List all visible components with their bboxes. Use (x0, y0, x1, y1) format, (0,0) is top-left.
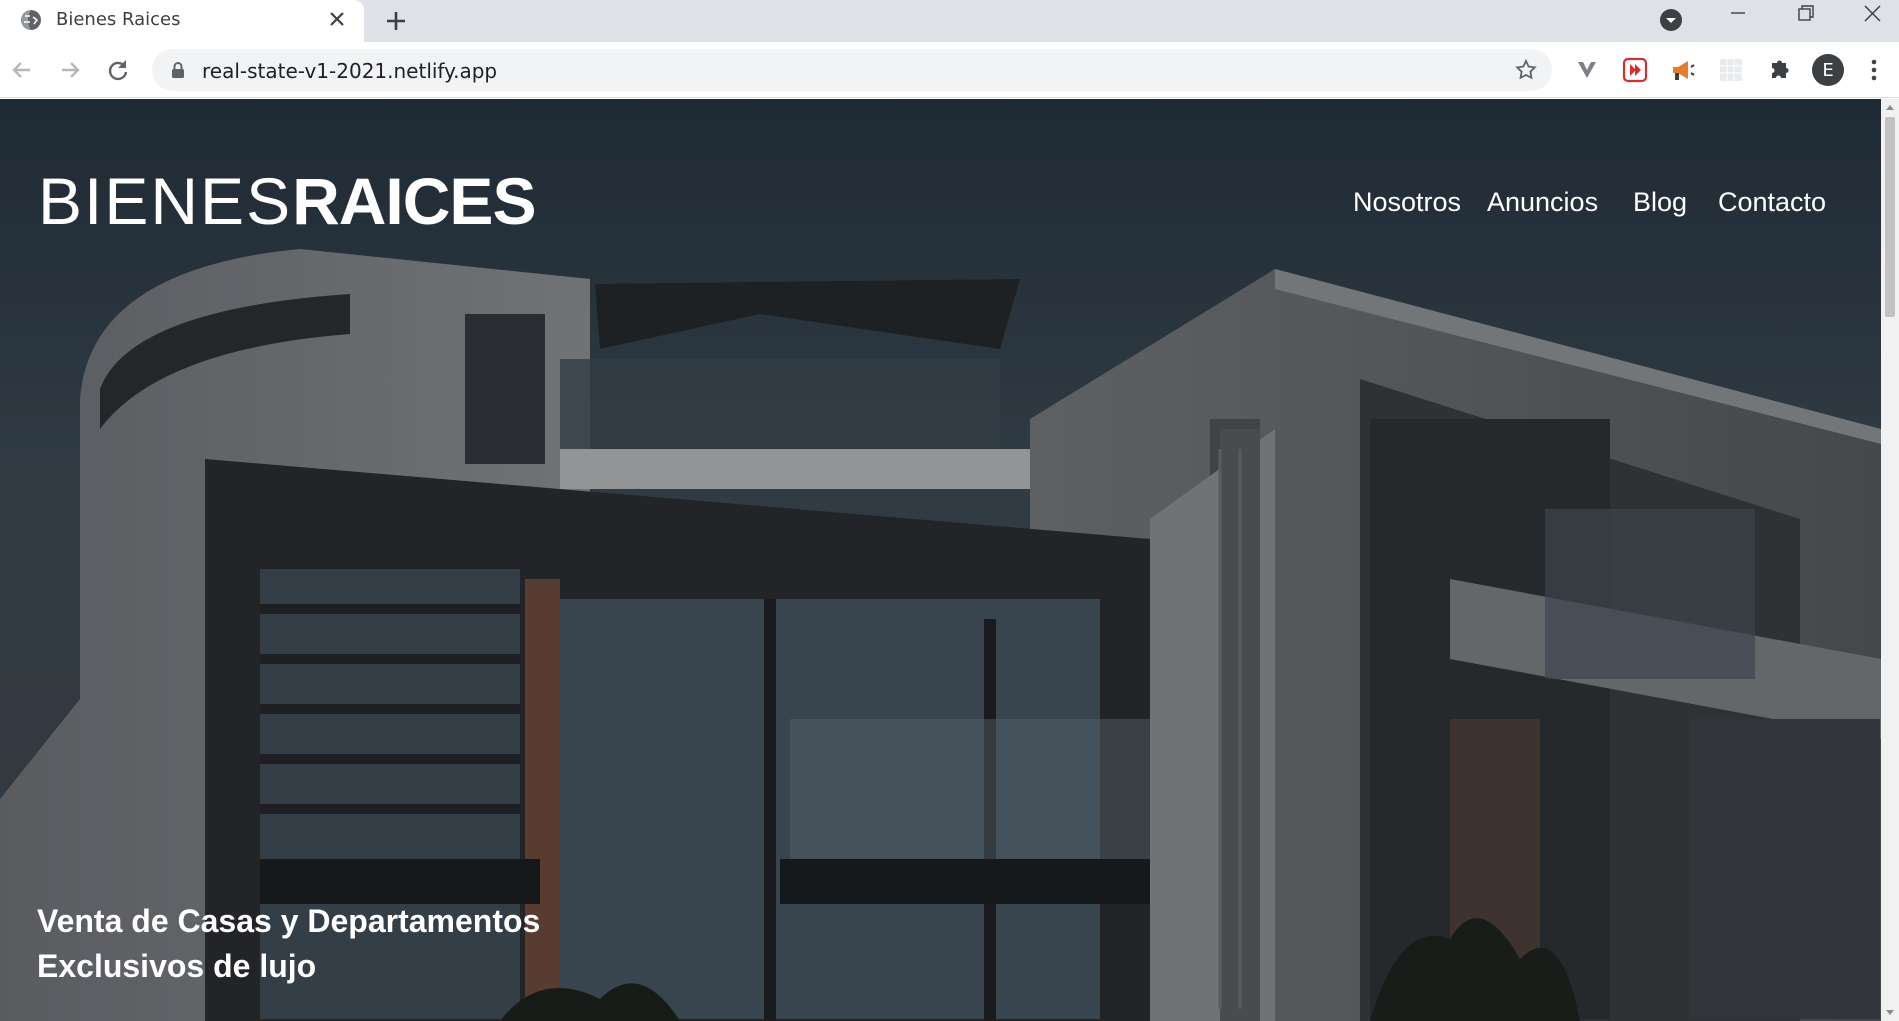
page-viewport: BIENESRAICES Nosotros Anuncios Blog Cont… (0, 99, 1899, 1021)
scroll-down-icon[interactable] (1885, 1007, 1895, 1017)
nav-link-blog[interactable]: Blog (1633, 187, 1687, 218)
video-extension-icon[interactable] (1620, 55, 1650, 85)
tab-title: Bienes Raices (56, 9, 181, 30)
arrow-left-icon[interactable] (6, 54, 38, 86)
scroll-up-icon[interactable] (1885, 103, 1895, 113)
more-vert-icon[interactable] (1862, 54, 1886, 86)
reload-icon[interactable] (102, 54, 134, 86)
plus-icon[interactable] (380, 5, 412, 37)
hero-tagline: Venta de Casas y Departamentos Exclusivo… (37, 899, 540, 989)
url-text[interactable]: real-state-v1-2021.netlify.app (202, 59, 497, 83)
hero-tagline-line1: Venta de Casas y Departamentos (37, 903, 541, 939)
megaphone-extension-icon[interactable] (1668, 55, 1698, 85)
minimize-icon[interactable] (1708, 0, 1768, 32)
arrow-right-icon[interactable] (54, 54, 86, 86)
close-icon[interactable] (325, 7, 349, 31)
hero-tagline-line2: Exclusivos de lujo (37, 948, 317, 984)
hero-section: BIENESRAICES Nosotros Anuncios Blog Cont… (0, 99, 1881, 1021)
nav-link-nosotros[interactable]: Nosotros (1353, 187, 1461, 218)
browser-toolbar: real-state-v1-2021.netlify.app E (0, 42, 1899, 98)
browser-tab[interactable]: Bienes Raices (0, 0, 364, 42)
page-scrollbar[interactable] (1881, 99, 1899, 1021)
address-bar[interactable]: real-state-v1-2021.netlify.app (152, 49, 1552, 91)
puzzle-icon[interactable] (1764, 55, 1794, 85)
nav-link-anuncios[interactable]: Anuncios (1487, 187, 1598, 218)
close-window-icon[interactable] (1845, 0, 1899, 32)
lock-icon[interactable] (168, 60, 188, 80)
nav-link-contacto[interactable]: Contacto (1718, 187, 1826, 218)
profile-avatar[interactable]: E (1812, 54, 1844, 86)
vivaldi-extension-icon[interactable] (1572, 55, 1602, 85)
tab-strip: Bienes Raices (0, 0, 1899, 42)
blank-extension-icon[interactable] (1716, 55, 1746, 85)
chevron-down-icon[interactable] (1655, 4, 1687, 36)
scrollbar-thumb[interactable] (1885, 117, 1895, 317)
restore-icon[interactable] (1775, 0, 1835, 32)
globe-icon (21, 10, 41, 30)
main-navigation: Nosotros Anuncios Blog Contacto (0, 187, 1881, 227)
star-icon[interactable] (1514, 58, 1538, 82)
